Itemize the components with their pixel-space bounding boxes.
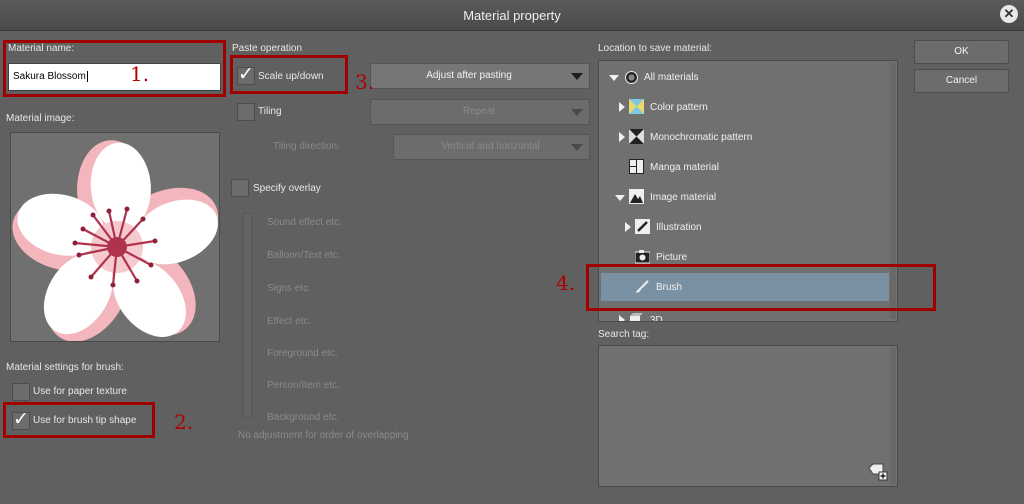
- color-pattern-icon: [629, 99, 644, 114]
- tree-item-illustration[interactable]: Illustration: [599, 213, 897, 241]
- overlay-note: No adjustment for order of overlapping: [238, 430, 409, 441]
- brush-settings-label: Material settings for brush:: [6, 362, 124, 373]
- title-bar: Material property ✕: [0, 0, 1024, 31]
- scale-mode-value: Adjust after pasting: [426, 70, 512, 81]
- annotation-step-3: 3.: [355, 70, 375, 94]
- tree-label: Manga material: [650, 162, 719, 173]
- tree-item-image-material[interactable]: Image material: [599, 183, 897, 211]
- 3d-icon: [630, 313, 643, 321]
- material-image-label: Material image:: [6, 113, 75, 124]
- tiling-direction-label: Tiling direction:: [273, 141, 340, 152]
- scale-mode-dropdown[interactable]: Adjust after pasting: [370, 63, 590, 89]
- pen-icon: [635, 219, 650, 234]
- overlay-item: Sound effect etc.: [267, 217, 342, 228]
- highlight-box-2: [3, 402, 155, 438]
- chevron-down-icon: [571, 109, 583, 116]
- tree-item-color-pattern[interactable]: Color pattern: [599, 93, 897, 121]
- annotation-step-2: 2.: [174, 410, 194, 434]
- image-icon: [629, 189, 644, 204]
- paper-texture-checkbox[interactable]: [12, 383, 30, 401]
- overlay-order-slider[interactable]: [243, 213, 252, 418]
- tree-label: Image material: [650, 192, 717, 203]
- search-tag-label: Search tag:: [598, 329, 650, 340]
- close-icon[interactable]: ✕: [1000, 5, 1018, 23]
- window-title: Material property: [463, 8, 561, 23]
- mono-pattern-icon: [629, 129, 644, 144]
- tree-label: Monochromatic pattern: [650, 132, 753, 143]
- tiling-mode-value: Repeat: [462, 106, 496, 117]
- specify-overlay-checkbox[interactable]: [231, 179, 249, 197]
- tiling-mode-dropdown[interactable]: Repeat: [370, 99, 590, 125]
- highlight-box-1: [3, 40, 226, 97]
- highlight-box-4: [586, 264, 936, 311]
- expander-down-icon[interactable]: [615, 195, 625, 201]
- tiling-direction-dropdown[interactable]: Vertical and horizontal: [393, 134, 590, 160]
- annotation-step-4: 4.: [556, 271, 576, 295]
- specify-overlay-label: Specify overlay: [253, 183, 321, 194]
- tree-label: Color pattern: [650, 102, 708, 113]
- expander-right-icon[interactable]: [619, 132, 625, 142]
- material-image-preview: [10, 132, 220, 342]
- location-label: Location to save material:: [598, 43, 712, 54]
- paper-texture-label: Use for paper texture: [33, 386, 127, 397]
- overlay-item: Effect etc.: [267, 316, 312, 327]
- overlay-item: Balloon/Text etc.: [267, 250, 341, 261]
- chevron-down-icon: [571, 73, 583, 80]
- overlay-item: Signs etc.: [267, 283, 311, 294]
- tiling-direction-value: Vertical and horizontal: [441, 141, 540, 152]
- cancel-button[interactable]: Cancel: [914, 69, 1009, 93]
- overlay-item: Person/Item etc.: [267, 380, 340, 391]
- expander-right-icon[interactable]: [619, 102, 625, 112]
- camera-icon: [635, 250, 650, 264]
- tiling-checkbox[interactable]: [237, 103, 255, 121]
- tree-item-all-materials[interactable]: All materials: [599, 63, 897, 91]
- tree-label: All materials: [644, 72, 699, 83]
- globe-icon: [625, 71, 638, 84]
- expander-down-icon[interactable]: [609, 75, 619, 81]
- search-tag-area[interactable]: [598, 345, 898, 487]
- tree-label: Illustration: [656, 222, 702, 233]
- material-property-dialog: Material property ✕ Material name: Sakur…: [0, 0, 1024, 504]
- annotation-step-1: 1.: [130, 62, 150, 86]
- tree-item-monochromatic-pattern[interactable]: Monochromatic pattern: [599, 123, 897, 151]
- expander-right-icon[interactable]: [625, 222, 631, 232]
- overlay-item: Background etc.: [267, 412, 340, 423]
- tiling-label: Tiling: [258, 106, 282, 117]
- overlay-item: Foreground etc.: [267, 348, 338, 359]
- manga-icon: [629, 159, 644, 174]
- search-tag-scrollbar[interactable]: [890, 348, 896, 484]
- expander-right-icon[interactable]: [619, 315, 625, 321]
- tree-label: 3D: [650, 315, 663, 322]
- chevron-down-icon: [571, 144, 583, 151]
- highlight-box-3: [230, 55, 348, 94]
- add-tag-icon[interactable]: [867, 462, 889, 482]
- paste-operation-label: Paste operation: [232, 43, 303, 54]
- sakura-blossom-image: [12, 140, 219, 342]
- tree-label: Picture: [656, 252, 688, 263]
- ok-button[interactable]: OK: [914, 40, 1009, 64]
- tree-item-manga-material[interactable]: Manga material: [599, 153, 897, 181]
